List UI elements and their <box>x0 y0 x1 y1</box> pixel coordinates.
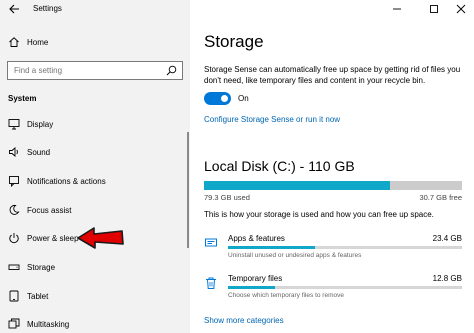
disk-usage-bar <box>204 181 462 190</box>
storage-icon <box>8 264 20 270</box>
power-icon <box>9 233 19 244</box>
toggle-knob <box>221 95 228 102</box>
search-input[interactable] <box>8 62 158 79</box>
category-size: 23.4 GB <box>432 234 462 243</box>
category-usage-fill <box>228 286 275 289</box>
sidebar-item-label: Sound <box>27 147 51 157</box>
sidebar-item-label: Power & sleep <box>27 233 79 243</box>
configure-storage-sense-link[interactable]: Configure Storage Sense or run it now <box>204 115 340 124</box>
page-title: Storage <box>204 32 264 51</box>
search-box[interactable] <box>7 61 183 80</box>
annotation-arrow-icon <box>77 227 124 249</box>
toggle-state-label: On <box>238 94 249 103</box>
sidebar-item-label: Display <box>27 119 54 129</box>
category-usage-bar <box>228 286 462 289</box>
disk-usage-fill <box>204 181 391 190</box>
sidebar-item-home[interactable]: Home <box>0 31 190 53</box>
title-bar: Settings <box>0 0 190 18</box>
category-name: Temporary files <box>228 274 283 283</box>
sidebar-item-label: Home <box>27 37 49 47</box>
sidebar-item-label: Focus assist <box>27 205 72 215</box>
speaker-icon <box>9 147 18 157</box>
tablet-icon <box>9 290 19 302</box>
sidebar-item-label: Tablet <box>27 291 49 301</box>
storage-sense-toggle[interactable] <box>204 92 231 105</box>
sidebar-item-multitasking[interactable]: Multitasking <box>0 313 190 333</box>
disk-title: Local Disk (C:) - 110 GB <box>204 158 355 174</box>
home-icon <box>9 37 19 47</box>
disk-free-label: 30.7 GB free <box>419 193 462 202</box>
storage-sense-description: Storage Sense can automatically free up … <box>204 65 461 85</box>
sidebar-item-tablet[interactable]: Tablet <box>0 285 190 307</box>
sidebar-item-storage[interactable]: Storage <box>0 256 190 278</box>
app-title: Settings <box>33 4 62 13</box>
search-icon[interactable] <box>166 65 177 76</box>
category-usage-bar <box>228 246 462 249</box>
minimize-icon[interactable] <box>390 2 404 16</box>
category-usage-fill <box>228 246 315 249</box>
maximize-icon[interactable] <box>427 2 441 16</box>
category-size: 12.8 GB <box>432 274 462 283</box>
apps-icon <box>205 238 217 247</box>
close-icon[interactable] <box>454 2 468 16</box>
notification-icon <box>9 176 19 187</box>
section-heading: System <box>8 94 37 103</box>
moon-icon <box>9 204 20 215</box>
sidebar-item-label: Storage <box>27 262 56 272</box>
multitasking-icon <box>8 318 20 329</box>
sidebar-item-display[interactable]: Display <box>0 113 190 135</box>
sidebar-scrollbar[interactable] <box>187 132 189 248</box>
back-arrow-icon[interactable] <box>7 2 21 16</box>
sidebar-item-focus-assist[interactable]: Focus assist <box>0 199 190 221</box>
display-icon <box>8 119 20 130</box>
sidebar-item-sound[interactable]: Sound <box>0 141 190 163</box>
sidebar-item-label: Multitasking <box>27 319 70 329</box>
disk-used-label: 79.3 GB used <box>204 193 250 202</box>
sidebar: Settings Home System Display Sound <box>0 0 190 333</box>
disk-info-text: This is how your storage is used and how… <box>204 210 434 219</box>
main-pane: Storage Storage Sense can automatically … <box>190 0 474 333</box>
trash-icon <box>206 277 216 289</box>
sidebar-item-label: Notifications & actions <box>27 176 106 186</box>
category-name: Apps & features <box>228 234 285 243</box>
show-more-categories-link[interactable]: Show more categories <box>204 316 284 325</box>
category-subtitle: Choose which temporary files to remove <box>228 292 344 299</box>
sidebar-item-notifications[interactable]: Notifications & actions <box>0 170 190 192</box>
category-subtitle: Uninstall unused or undesired apps & fea… <box>228 252 362 259</box>
